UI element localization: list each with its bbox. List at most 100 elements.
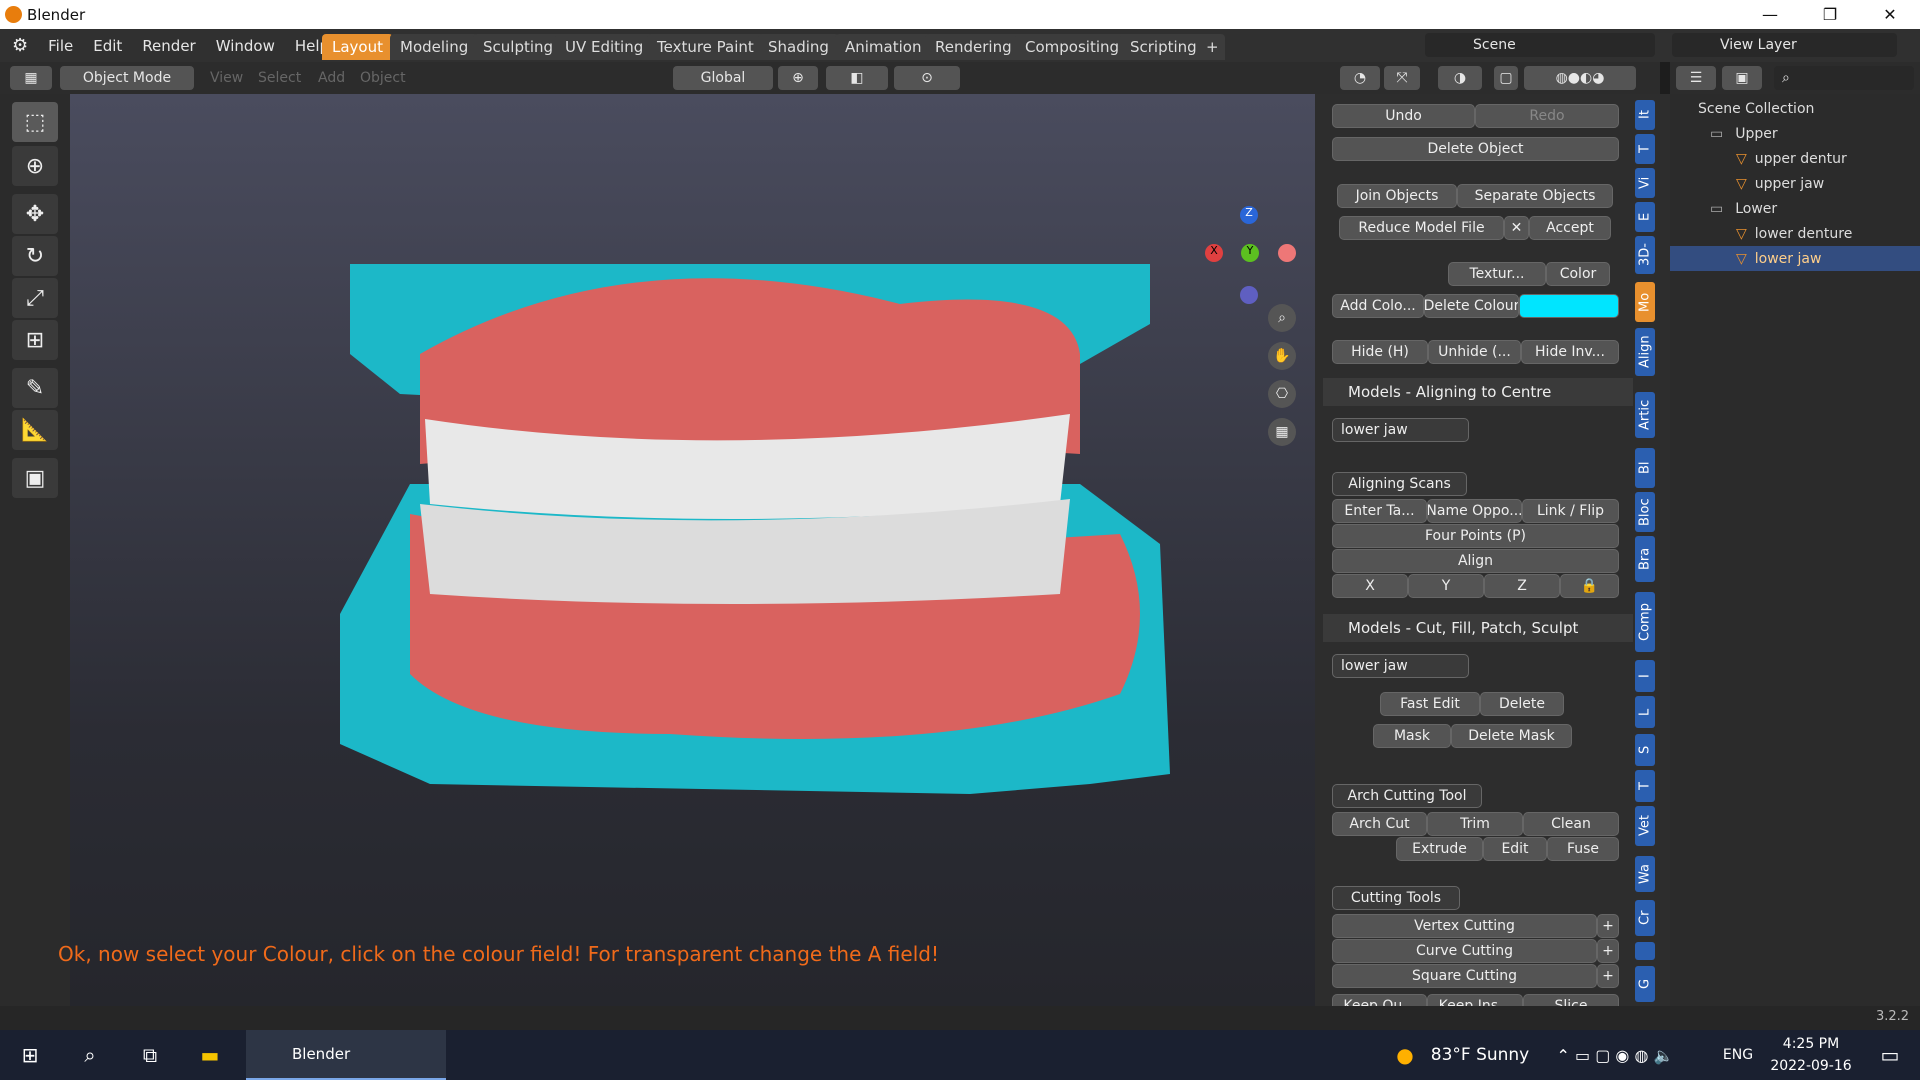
undo-button[interactable]: Undo <box>1332 104 1475 128</box>
add-cube-icon[interactable]: ▣ <box>12 458 58 498</box>
gizmo-x-icon[interactable]: X <box>1205 244 1223 262</box>
fuse-button[interactable]: Fuse <box>1547 837 1619 861</box>
side-tab-t2[interactable]: T <box>1635 770 1655 802</box>
tab-scripting[interactable]: Scripting <box>1120 34 1207 60</box>
redo-button[interactable]: Redo <box>1475 104 1619 128</box>
tab-rendering[interactable]: Rendering <box>925 34 1022 60</box>
measure-icon[interactable]: 📐 <box>12 410 58 450</box>
rotate-icon[interactable]: ↻ <box>12 236 58 276</box>
side-tab-empty[interactable] <box>1635 942 1655 960</box>
pivot-icon[interactable]: ⊕ <box>778 66 818 90</box>
proportional-edit-icon[interactable]: ⊙ <box>894 66 960 90</box>
side-tab-bloc[interactable]: Bloc <box>1635 492 1655 532</box>
close-button[interactable]: ✕ <box>1860 0 1920 29</box>
side-tab-bl[interactable]: Bl <box>1635 448 1655 488</box>
gizmo-icon[interactable]: ⤧ <box>1384 66 1420 90</box>
side-tab-3d[interactable]: 3D- <box>1635 236 1655 274</box>
link-flip-button[interactable]: Link / Flip <box>1522 499 1619 523</box>
hide-inverse-button[interactable]: Hide Inv... <box>1521 340 1619 364</box>
axis-x-button[interactable]: X <box>1332 574 1408 598</box>
gizmo-neg-x-icon[interactable] <box>1278 244 1296 262</box>
square-add-icon[interactable]: + <box>1597 964 1619 988</box>
square-cutting-button[interactable]: Square Cutting <box>1332 964 1597 988</box>
zoom-icon[interactable]: ⌕ <box>1268 304 1296 332</box>
side-tab-s[interactable]: S <box>1635 734 1655 766</box>
gizmo-neg-z-icon[interactable] <box>1240 286 1258 304</box>
search-icon[interactable]: ⌕ <box>60 1030 120 1080</box>
pan-hand-icon[interactable]: ✋ <box>1268 342 1296 370</box>
mask-button[interactable]: Mask <box>1373 724 1451 748</box>
name-oppo-button[interactable]: Name Oppo... <box>1427 499 1522 523</box>
transform-icon[interactable]: ⊞ <box>12 320 58 360</box>
delete-colour-button[interactable]: Delete Colour <box>1424 294 1519 318</box>
side-tab-cr[interactable]: Cr <box>1635 900 1655 936</box>
tab-modeling[interactable]: Modeling <box>390 34 479 60</box>
color-dropdown[interactable]: Color <box>1546 262 1610 286</box>
clock-date[interactable]: 2022-09-16 <box>1766 1054 1856 1078</box>
outliner-row-upper-denture[interactable]: ▽ upper dentur <box>1670 146 1920 171</box>
tab-compositing[interactable]: Compositing <box>1015 34 1130 60</box>
select-box-icon[interactable]: ⬚ <box>12 102 58 142</box>
fast-edit-button[interactable]: Fast Edit <box>1380 692 1480 716</box>
side-tab-align[interactable]: Align <box>1635 328 1655 376</box>
outliner-row-lower[interactable]: ▭ Lower <box>1670 196 1920 221</box>
menu-view[interactable]: View <box>210 70 243 86</box>
delete-object-button[interactable]: Delete Object <box>1332 137 1619 161</box>
outliner-type-icon[interactable]: ☰ <box>1676 66 1716 90</box>
tray-icons[interactable]: ⌃ ▭ ▢ ◉ ◍ 🔈 <box>1535 1030 1695 1080</box>
minimize-button[interactable]: — <box>1740 0 1800 29</box>
side-tab-artic[interactable]: Artic <box>1635 392 1655 438</box>
edit-button[interactable]: Edit <box>1483 837 1547 861</box>
add-colour-button[interactable]: Add Colo... <box>1332 294 1424 318</box>
outliner-search-icon[interactable]: ⌕ <box>1774 66 1914 90</box>
display-mode-icon[interactable]: ▣ <box>1722 66 1762 90</box>
maximize-button[interactable]: ❐ <box>1800 0 1860 29</box>
tab-layout[interactable]: Layout <box>322 34 393 60</box>
mode-dropdown[interactable]: Object Mode <box>60 66 194 90</box>
orientation-dropdown[interactable]: Global <box>673 66 773 90</box>
scene-collection-row[interactable]: Scene Collection <box>1670 96 1920 121</box>
enter-ta-button[interactable]: Enter Ta... <box>1332 499 1427 523</box>
side-tab-t[interactable]: T <box>1635 134 1655 164</box>
axis-z-button[interactable]: Z <box>1484 574 1560 598</box>
aligning-object-field[interactable]: lower jaw <box>1332 418 1469 442</box>
taskbar-blender[interactable]: Blender <box>246 1030 446 1080</box>
gizmo-z-icon[interactable]: Z <box>1240 206 1258 224</box>
join-objects-button[interactable]: Join Objects <box>1337 184 1457 208</box>
menu-file[interactable]: File <box>48 37 73 55</box>
tab-texture-paint[interactable]: Texture Paint <box>647 34 764 60</box>
clean-button[interactable]: Clean <box>1523 812 1619 836</box>
side-tab-e[interactable]: E <box>1635 202 1655 232</box>
hide-button[interactable]: Hide (H) <box>1332 340 1428 364</box>
side-tab-i[interactable]: I <box>1635 660 1655 692</box>
side-tab-vi[interactable]: Vi <box>1635 168 1655 198</box>
unhide-button[interactable]: Unhide (... <box>1428 340 1521 364</box>
tab-sculpting[interactable]: Sculpting <box>473 34 564 60</box>
vertex-add-icon[interactable]: + <box>1597 914 1619 938</box>
menu-window[interactable]: Window <box>216 37 275 55</box>
grid-icon[interactable]: ▦ <box>1268 418 1296 446</box>
start-icon[interactable]: ⊞ <box>0 1030 60 1080</box>
gizmo-y-icon[interactable]: Y <box>1241 244 1259 262</box>
overlay-icon[interactable]: ◑ <box>1438 66 1482 90</box>
side-tab-comp[interactable]: Comp <box>1635 592 1655 652</box>
texture-dropdown[interactable]: Textur... <box>1448 262 1546 286</box>
delete-button[interactable]: Delete <box>1480 692 1564 716</box>
shading-modes-icon[interactable]: ◍●◐◕ <box>1524 66 1636 90</box>
side-tab-mo[interactable]: Mo <box>1635 282 1655 322</box>
reduce-model-button[interactable]: Reduce Model File <box>1339 216 1504 240</box>
cancel-reduce-icon[interactable]: ✕ <box>1504 216 1529 240</box>
editor-type-icon[interactable]: ▦ <box>10 66 52 90</box>
3d-viewport[interactable]: Z X Y ⌕ ✋ ⎔ ▦ Ok, now select your Colour… <box>58 94 1315 1006</box>
tab-animation[interactable]: Animation <box>835 34 932 60</box>
menu-object[interactable]: Object <box>360 70 406 86</box>
language-indicator[interactable]: ENG <box>1718 1030 1758 1080</box>
blender-menu-icon[interactable]: ⚙ <box>12 35 28 56</box>
separate-objects-button[interactable]: Separate Objects <box>1457 184 1613 208</box>
side-tab-wa[interactable]: Wa <box>1635 856 1655 892</box>
axis-y-button[interactable]: Y <box>1408 574 1484 598</box>
side-tab-bra[interactable]: Bra <box>1635 536 1655 582</box>
menu-add[interactable]: Add <box>318 70 345 86</box>
curve-add-icon[interactable]: + <box>1597 939 1619 963</box>
tab-shading[interactable]: Shading <box>758 34 839 60</box>
